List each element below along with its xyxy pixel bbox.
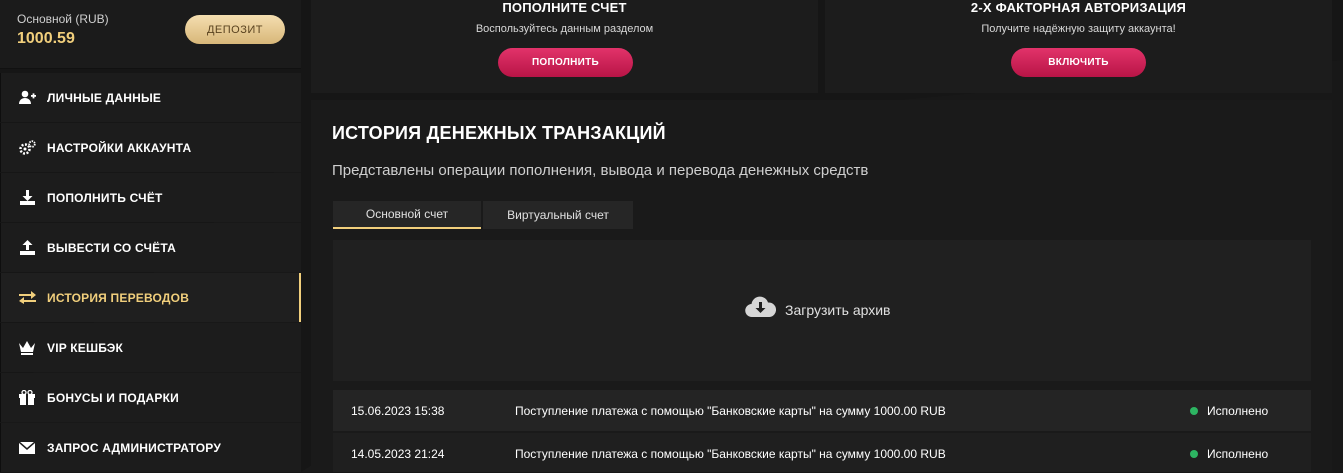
page-title: ИСТОРИЯ ДЕНЕЖНЫХ ТРАНЗАКЦИЙ — [332, 123, 666, 143]
row-description: Поступление платежа с помощью "Банковски… — [515, 447, 946, 461]
twofa-card-subtitle: Получите надёжную защиту аккаунта! — [981, 23, 1176, 35]
cloud-download-icon — [745, 296, 777, 323]
row-date: 15.06.2023 15:38 — [351, 404, 445, 418]
menu-item-personal-data[interactable]: ЛИЧНЫЕ ДАННЫЕ — [0, 73, 301, 122]
status-dot-icon — [1190, 407, 1198, 415]
menu-item-label: ИСТОРИЯ ПЕРЕВОДОВ — [47, 290, 190, 305]
download-archive-label: Загрузить архив — [785, 301, 891, 318]
menu-item-admin-request[interactable]: ЗАПРОС АДМИНИСТРАТОРУ — [0, 423, 301, 472]
menu-item-withdraw[interactable]: ВЫВЕСТИ СО СЧЁТА — [0, 223, 301, 272]
twofa-card-title: 2-Х ФАКТОРНАЯ АВТОРИЗАЦИЯ — [970, 0, 1187, 15]
tab-main-account[interactable]: Основной счет — [333, 201, 481, 229]
page-subtitle: Представлены операции пополнения, вывода… — [332, 162, 869, 179]
menu-item-label: ЗАПРОС АДМИНИСТРАТОРУ — [47, 440, 221, 455]
deposit-button[interactable]: ДЕПОЗИТ — [185, 15, 285, 44]
menu-item-deposit[interactable]: ПОПОЛНИТЬ СЧЁТ — [0, 173, 301, 222]
crown-icon — [18, 339, 36, 357]
exchange-arrows-icon — [18, 289, 36, 307]
balance-panel: Основной (RUB) 1000.59 ДЕПОЗИТ — [0, 0, 301, 69]
topup-card: ПОПОЛНИТЕ СЧЕТ Воспользуйтесь данным раз… — [311, 0, 818, 93]
menu-item-account-settings[interactable]: НАСТРОЙКИ АККАУНТА — [0, 123, 301, 172]
row-description: Поступление платежа с помощью "Банковски… — [515, 404, 946, 418]
menu-item-transfer-history[interactable]: ИСТОРИЯ ПЕРЕВОДОВ — [0, 273, 301, 322]
topup-button[interactable]: ПОПОЛНИТЬ — [498, 48, 633, 77]
menu-item-vip-cashback[interactable]: VIP КЕШБЭК — [0, 323, 301, 372]
menu-item-label: НАСТРОЙКИ АККАУНТА — [47, 140, 192, 155]
menu-item-label: ПОПОЛНИТЬ СЧЁТ — [47, 190, 163, 205]
table-row: 15.06.2023 15:38 Поступление платежа с п… — [333, 390, 1311, 431]
balance-label: Основной (RUB) — [17, 12, 109, 26]
row-status: Исполнено — [1190, 447, 1268, 461]
topup-card-title: ПОПОЛНИТЕ СЧЕТ — [502, 0, 627, 15]
gears-icon — [18, 139, 36, 157]
twofa-card: 2-Х ФАКТОРНАЯ АВТОРИЗАЦИЯ Получите надёж… — [825, 0, 1332, 93]
enable-2fa-button[interactable]: ВКЛЮЧИТЬ — [1011, 48, 1146, 77]
download-archive-button[interactable]: Загрузить архив — [745, 296, 891, 323]
download-icon — [18, 189, 36, 207]
row-status: Исполнено — [1190, 404, 1268, 418]
tab-virtual-account[interactable]: Виртуальный счет — [483, 201, 633, 229]
archive-area: Загрузить архив — [333, 240, 1311, 381]
menu-item-bonuses[interactable]: БОНУСЫ И ПОДАРКИ — [0, 373, 301, 422]
topup-card-subtitle: Воспользуйтесь данным разделом — [475, 23, 654, 35]
status-text: Исполнено — [1207, 447, 1269, 461]
account-menu: ЛИЧНЫЕ ДАННЫЕ НАСТРОЙКИ АККАУНТА ПОПОЛНИ… — [0, 73, 301, 473]
transaction-history-panel: ИСТОРИЯ ДЕНЕЖНЫХ ТРАНЗАКЦИЙ Представлены… — [311, 100, 1332, 472]
status-text: Исполнено — [1207, 404, 1269, 418]
menu-item-label: ЛИЧНЫЕ ДАННЫЕ — [47, 90, 162, 105]
menu-item-label: БОНУСЫ И ПОДАРКИ — [47, 390, 179, 405]
envelope-icon — [18, 439, 36, 457]
row-date: 14.05.2023 21:24 — [351, 447, 445, 461]
menu-item-label: ВЫВЕСТИ СО СЧЁТА — [47, 240, 177, 255]
table-row: 14.05.2023 21:24 Поступление платежа с п… — [333, 433, 1311, 472]
balance-value: 1000.59 — [17, 30, 75, 47]
upload-icon — [18, 239, 36, 257]
gift-icon — [18, 389, 36, 407]
user-plus-icon — [18, 89, 36, 107]
menu-item-label: VIP КЕШБЭК — [47, 340, 124, 355]
sidebar: Основной (RUB) 1000.59 ДЕПОЗИТ ЛИЧНЫЕ ДА… — [0, 0, 301, 472]
status-dot-icon — [1190, 450, 1198, 458]
